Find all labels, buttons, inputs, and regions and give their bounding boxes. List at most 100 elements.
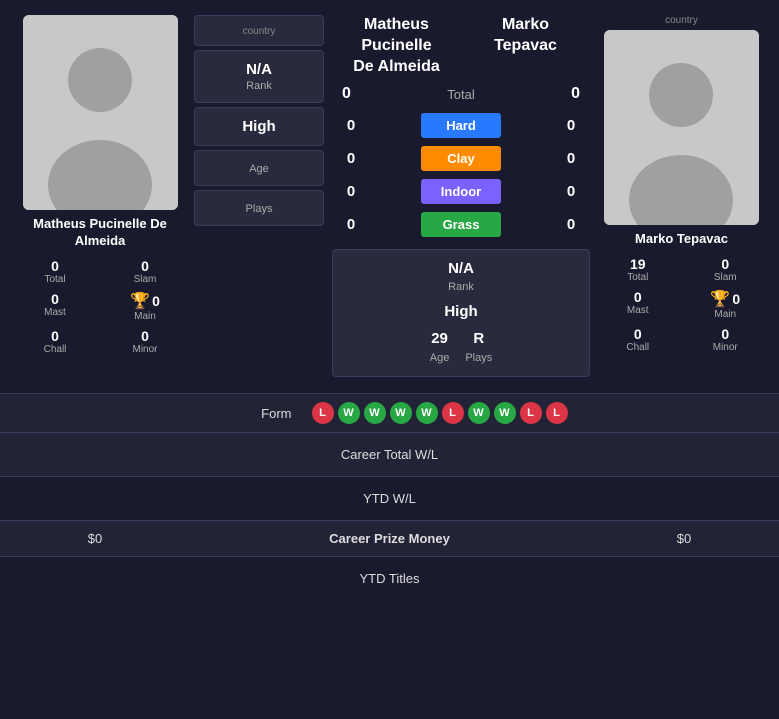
p1-grass: 0 [336, 216, 366, 233]
career-wl-label: Career Total W/L [20, 447, 759, 462]
player1-high-box: High [194, 107, 324, 146]
prize-left-value: $0 [20, 531, 170, 546]
player2-slam-stat: 0 Slam [686, 254, 766, 285]
p1-indoor: 0 [336, 183, 366, 200]
player2-total-label: Total [627, 272, 648, 283]
career-prize-label: Career Prize Money [170, 531, 609, 546]
player1-slam-label: Slam [134, 274, 157, 285]
form-badge-2: W [338, 402, 360, 424]
form-badge-6: L [442, 402, 464, 424]
player1-age-box: Age [194, 150, 324, 186]
player2-mast-label: Mast [627, 305, 649, 316]
player1-card: Matheus Pucinelle De Almeida 0 Total 0 S… [10, 15, 190, 377]
p2-grass: 0 [556, 216, 586, 233]
trophy-icon: 🏆 [130, 291, 150, 311]
player2-chall-stat: 0 Chall [598, 324, 678, 355]
player1-slam-stat: 0 Slam [104, 256, 186, 287]
ytd-titles-row: YTD Titles [0, 556, 779, 600]
player2-minor-label: Minor [713, 342, 738, 353]
player1-minor-label: Minor [132, 344, 157, 355]
player1-chall-value: 0 [51, 328, 59, 344]
hard-badge: Hard [421, 113, 501, 138]
indoor-badge: Indoor [421, 179, 501, 204]
player2-chall-value: 0 [634, 326, 642, 342]
form-badge-5: W [416, 402, 438, 424]
player2-trophy-main: 🏆 0 Main [686, 287, 766, 322]
player2-avatar [604, 30, 759, 225]
ytd-titles-label: YTD Titles [20, 571, 759, 586]
player1-rank-label: Rank [246, 80, 272, 92]
player2-chall-label: Chall [626, 342, 649, 353]
bottom-section: Form L W W W W L W W L L Career Total W/… [0, 393, 779, 600]
form-row: Form L W W W W L W W L L [0, 393, 779, 432]
player1-plays-box: Plays [194, 190, 324, 226]
p2-total: 0 [571, 85, 580, 103]
player1-total-stat: 0 Total [14, 256, 96, 287]
player-names-header: Matheus Pucinelle De Almeida Marko Tepav… [332, 15, 590, 77]
p1-clay: 0 [336, 150, 366, 167]
player2-slam-value: 0 [721, 256, 729, 272]
p1-header-name: Matheus Pucinelle De Almeida [332, 15, 461, 77]
player2-mast-stat: 0 Mast [598, 287, 678, 322]
p2-right-info: N/A Rank High 29 Age R Plays [332, 249, 590, 377]
p1-total: 0 [342, 85, 351, 103]
prize-right-value: $0 [609, 531, 759, 546]
player2-country: country [665, 15, 698, 26]
clay-row: 0 Clay 0 [332, 146, 590, 171]
player1-mast-label: Mast [44, 307, 66, 318]
indoor-row: 0 Indoor 0 [332, 179, 590, 204]
player1-name: Matheus Pucinelle De Almeida [10, 216, 190, 250]
player1-country-box: country [194, 15, 324, 46]
form-badge-4: W [390, 402, 412, 424]
p2-header-name: Marko Tepavac [461, 15, 590, 77]
player2-total-value: 19 [630, 256, 646, 272]
career-wl-row: Career Total W/L [0, 432, 779, 476]
p2-rank-label: Rank [448, 281, 474, 293]
p2-indoor: 0 [556, 183, 586, 200]
ytd-wl-row: YTD W/L [0, 476, 779, 520]
p2-clay: 0 [556, 150, 586, 167]
form-badges: L W W W W L W W L L [312, 402, 568, 424]
player1-mast-stat: 0 Mast [14, 289, 96, 324]
player1-chall-label: Chall [44, 344, 67, 355]
player2-minor-stat: 0 Minor [686, 324, 766, 355]
form-badge-7: W [468, 402, 490, 424]
player1-middle-panel: country N/A Rank High Age Plays [194, 15, 324, 377]
clay-badge: Clay [421, 146, 501, 171]
form-badge-9: L [520, 402, 542, 424]
player1-age-label: Age [249, 163, 269, 175]
player2-total-stat: 19 Total [598, 254, 678, 285]
player1-stats-grid: 0 Total 0 Slam 0 Mast 🏆 0 Main [10, 256, 190, 357]
p2-age-value: 29 [431, 330, 448, 347]
player1-minor-value: 0 [141, 328, 149, 344]
p2-rank-value: N/A [448, 260, 474, 277]
player1-trophy-main: 🏆 0 Main [104, 289, 186, 324]
player1-plays-label: Plays [246, 203, 273, 215]
player2-mast-value: 0 [634, 289, 642, 305]
grass-row: 0 Grass 0 [332, 212, 590, 237]
comparison-area: Matheus Pucinelle De Almeida 0 Total 0 S… [0, 0, 779, 387]
player1-main-label: Main [134, 311, 156, 322]
player1-total-value: 0 [51, 258, 59, 274]
player1-minor-stat: 0 Minor [104, 326, 186, 357]
player2-stats-grid: 19 Total 0 Slam 0 Mast 🏆 0 Main [594, 254, 769, 355]
p2-hard: 0 [556, 117, 586, 134]
player2-main-value: 0 [732, 291, 740, 307]
player1-mast-value: 0 [51, 291, 59, 307]
p2-high-value: High [444, 303, 477, 320]
player1-total-label: Total [44, 274, 65, 285]
form-badge-1: L [312, 402, 334, 424]
player2-main-label: Main [714, 309, 736, 320]
player2-minor-value: 0 [721, 326, 729, 342]
player1-rank-box: N/A Rank [194, 50, 324, 103]
ytd-wl-label: YTD W/L [20, 491, 759, 506]
form-badge-3: W [364, 402, 386, 424]
career-prize-row: $0 Career Prize Money $0 [0, 520, 779, 556]
player1-rank-value: N/A [246, 61, 272, 78]
player2-slam-label: Slam [714, 272, 737, 283]
p1-hard: 0 [336, 117, 366, 134]
player1-chall-stat: 0 Chall [14, 326, 96, 357]
p2-plays-label: Plays [465, 352, 492, 364]
total-row: 0 Total 0 [332, 85, 590, 103]
form-badge-8: W [494, 402, 516, 424]
